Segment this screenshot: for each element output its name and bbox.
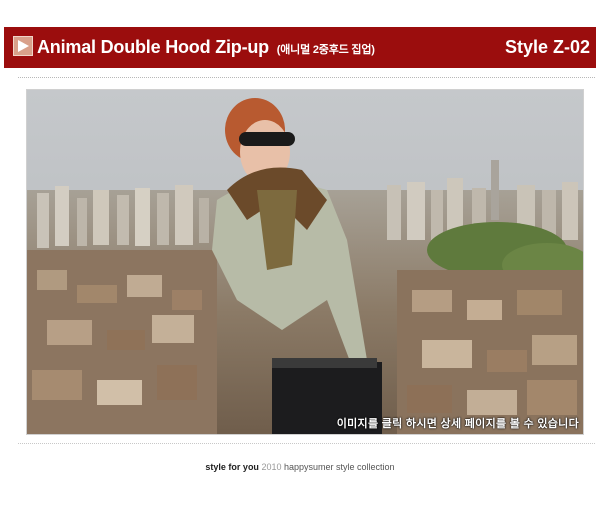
footer-collection: happysumer style collection xyxy=(284,462,395,472)
footer-tagline: style for you xyxy=(205,462,259,472)
footer-year: 2010 xyxy=(261,462,282,472)
product-title-korean: (애니멀 2중후드 집업) xyxy=(276,44,375,56)
click-for-detail-caption: 이미지를 클릭 하시면 상세 페이지를 볼 수 있습니다 xyxy=(336,418,579,430)
product-photo-link[interactable]: 이미지를 클릭 하시면 상세 페이지를 볼 수 있습니다 xyxy=(26,89,584,435)
header-bar: Animal Double Hood Zip-up (애니멀 2중후드 집업) … xyxy=(4,27,596,68)
style-code: Style Z-02 xyxy=(504,37,590,57)
play-icon xyxy=(13,36,33,56)
bottom-divider xyxy=(18,443,595,444)
top-divider xyxy=(18,77,595,78)
product-title-english: Animal Double Hood Zip-up xyxy=(37,37,269,57)
footer: style for you 2010 happysumer style coll… xyxy=(0,462,600,472)
product-title: Animal Double Hood Zip-up (애니멀 2중후드 집업) xyxy=(37,37,375,58)
product-photo xyxy=(27,90,583,434)
